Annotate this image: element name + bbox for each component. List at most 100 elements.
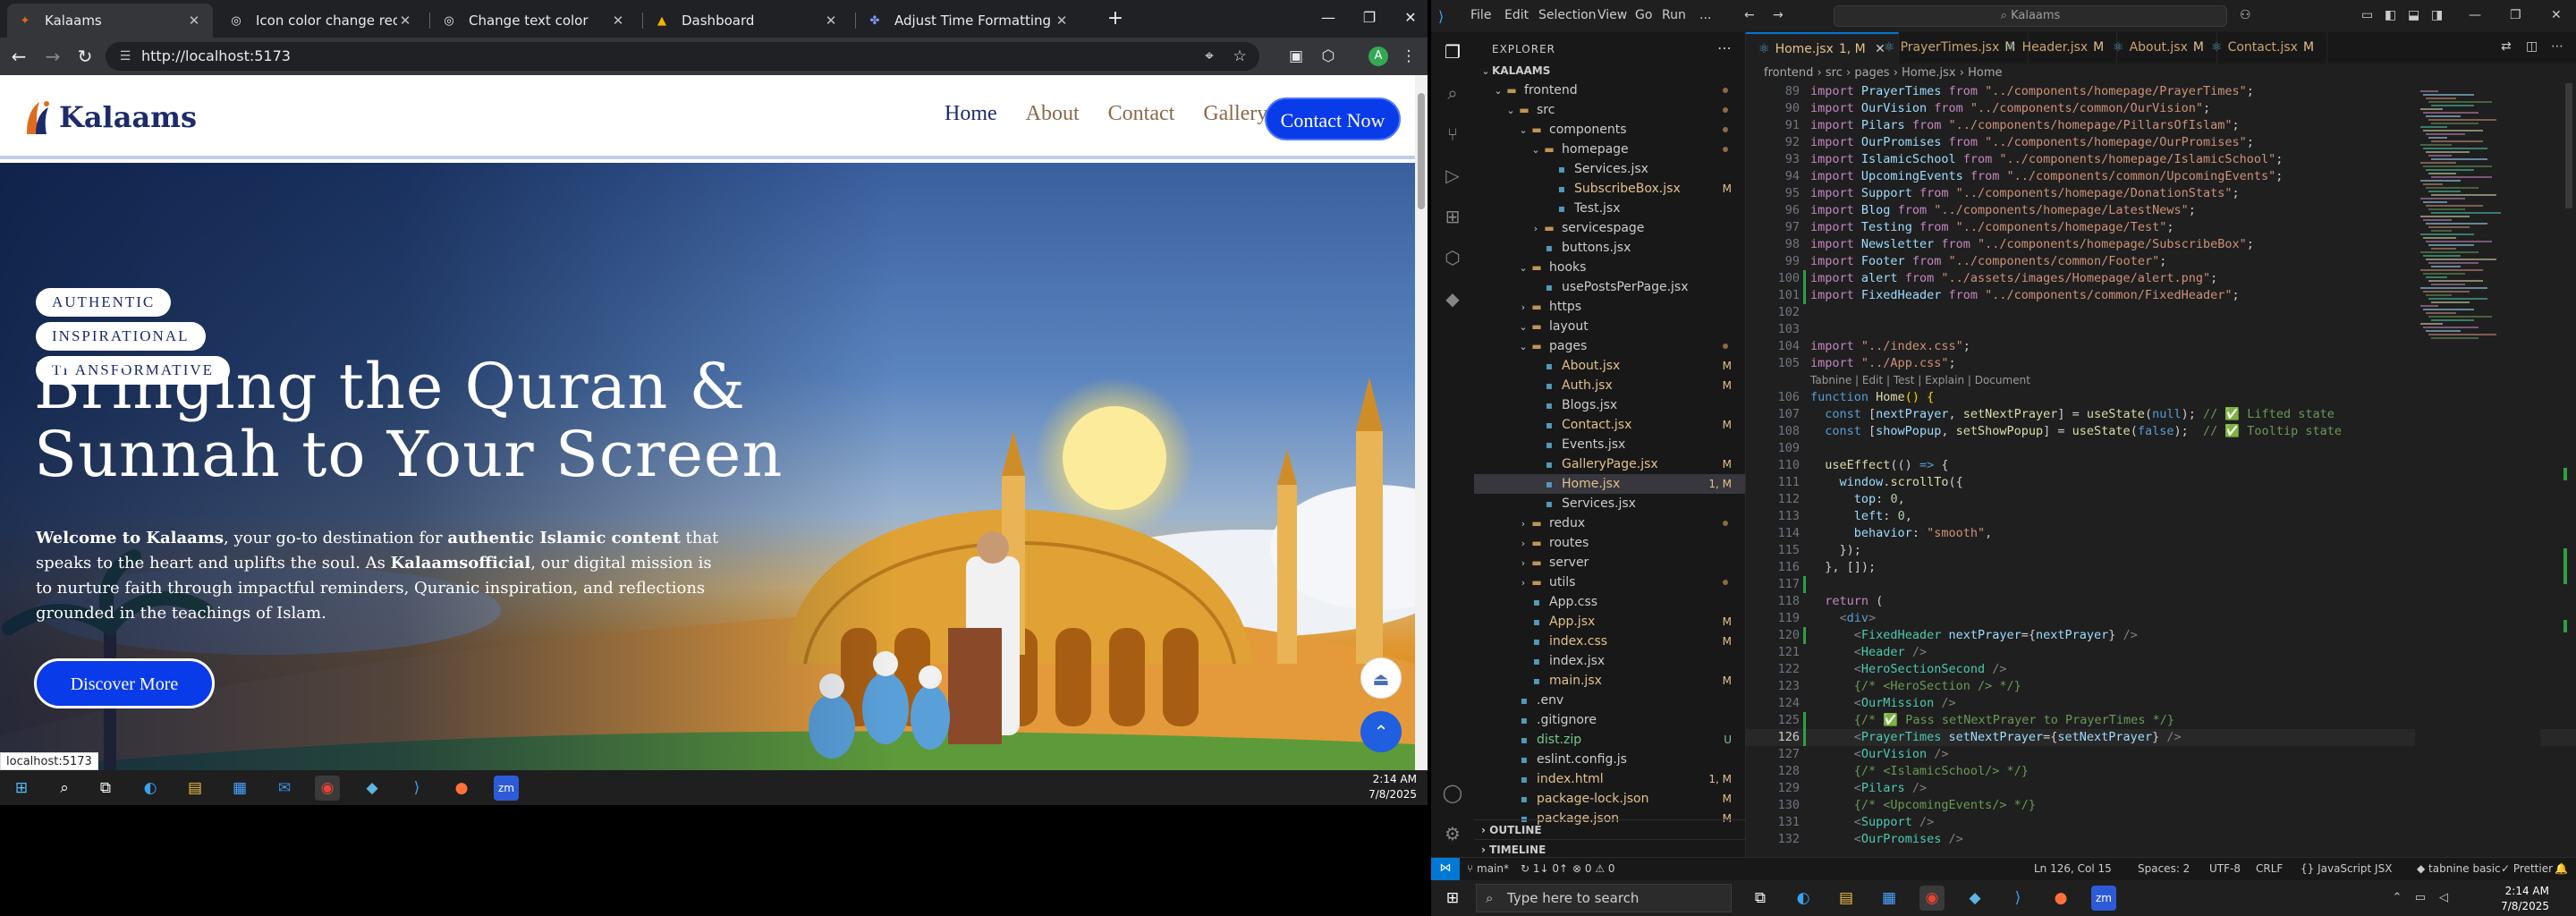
- sync-status[interactable]: ↻ 1↓ 0↑: [1521, 858, 1568, 879]
- extension-icon[interactable]: ▣: [1284, 45, 1308, 68]
- timeline-section[interactable]: › TIMELINE: [1474, 839, 1745, 857]
- copilot-icon[interactable]: ⚇: [2240, 8, 2251, 22]
- close-tab-icon[interactable]: ✕: [610, 13, 626, 29]
- search-icon[interactable]: ⌕: [52, 776, 77, 801]
- notifications-bell-icon[interactable]: 🔔: [2555, 858, 2568, 879]
- task-view-icon[interactable]: ⧉: [1748, 886, 1773, 911]
- file-explorer-icon[interactable]: ▤: [1834, 886, 1859, 911]
- tree-item[interactable]: › ▬ https: [1474, 297, 1745, 317]
- close-tab-icon[interactable]: ✕: [186, 13, 202, 29]
- minimize-button[interactable]: —: [2469, 8, 2481, 22]
- editor-tab[interactable]: ⚛ Header.jsx M: [1993, 32, 2118, 64]
- more-actions-icon[interactable]: ⋯: [1717, 39, 1732, 56]
- edge-icon[interactable]: ◐: [138, 776, 163, 801]
- tree-item[interactable]: › ▬ routes: [1474, 533, 1745, 553]
- address-bar[interactable]: ☰ http://localhost:5173 ⌖ ☆: [106, 42, 1259, 71]
- tree-item[interactable]: ▪ .env: [1474, 691, 1745, 710]
- tree-item[interactable]: › ▬ servicespage: [1474, 218, 1745, 238]
- volume-icon[interactable]: ◁: [2431, 886, 2456, 911]
- breadcrumb[interactable]: frontend › src › pages › Home.jsx › Home: [1746, 64, 2576, 83]
- indentation[interactable]: Spaces: 2: [2138, 858, 2190, 879]
- discover-more-button[interactable]: Discover More: [34, 658, 215, 708]
- tray-chevron-icon[interactable]: ⌃: [2385, 886, 2410, 911]
- tree-item[interactable]: ▪ Auth.jsx M: [1474, 376, 1745, 395]
- tree-item[interactable]: ▪ dist.zip U: [1474, 730, 1745, 750]
- tree-item[interactable]: ▪ index.css M: [1474, 632, 1745, 651]
- close-window-button[interactable]: ✕: [2551, 8, 2562, 22]
- file-explorer-icon[interactable]: ▤: [182, 776, 208, 801]
- site-logo[interactable]: Kalaams: [20, 95, 197, 140]
- nav-contact[interactable]: Contact: [1108, 102, 1175, 126]
- toggle-secondary-icon[interactable]: ◨: [2431, 8, 2443, 22]
- tree-item[interactable]: ▪ Test.jsx: [1474, 199, 1745, 218]
- tree-item[interactable]: ▪ App.jsx M: [1474, 612, 1745, 632]
- minimize-button[interactable]: —: [1308, 0, 1349, 38]
- nav-about[interactable]: About: [1026, 102, 1080, 126]
- tree-item[interactable]: ▪ App.css: [1474, 592, 1745, 612]
- tree-item[interactable]: ⌄ ▬ hooks: [1474, 258, 1745, 277]
- menu-run[interactable]: Run: [1662, 8, 1686, 22]
- vscode-taskbar-icon[interactable]: ⟩: [2005, 886, 2030, 911]
- forward-button[interactable]: →: [39, 43, 66, 70]
- tree-item[interactable]: ⌄ ▬ layout: [1474, 317, 1745, 336]
- menu-selection[interactable]: Selection: [1538, 8, 1597, 22]
- encoding[interactable]: UTF-8: [2209, 858, 2241, 879]
- close-tab-icon[interactable]: ✕: [397, 13, 413, 29]
- taskbar-search[interactable]: ⌕ Type here to search: [1476, 884, 1732, 912]
- tree-item[interactable]: ⌄ ▬ components: [1474, 120, 1745, 140]
- tab-dashboard[interactable]: ▲ Dashboard ✕: [644, 4, 850, 38]
- tree-item[interactable]: ▪ About.jsx M: [1474, 356, 1745, 376]
- close-tab-icon[interactable]: ✕: [1054, 13, 1070, 29]
- profile-avatar[interactable]: A: [1368, 47, 1388, 66]
- extensions-puzzle-icon[interactable]: ⬡: [1317, 45, 1340, 68]
- location-icon[interactable]: ⌖: [1199, 46, 1220, 67]
- store-icon[interactable]: ▦: [227, 776, 252, 801]
- source-control-icon[interactable]: ⑂: [1442, 123, 1463, 145]
- menu-file[interactable]: File: [1470, 8, 1491, 22]
- editor-tab[interactable]: ⚛ Contact.jsx M: [2199, 32, 2328, 64]
- command-center-search[interactable]: ⌕ Kalaams: [1834, 5, 2227, 27]
- tree-item[interactable]: ▪ main.jsx M: [1474, 671, 1745, 691]
- new-tab-button[interactable]: +: [1102, 5, 1129, 32]
- toggle-sidebar-icon[interactable]: ◧: [2385, 8, 2396, 22]
- line-ending[interactable]: CRLF: [2256, 858, 2283, 879]
- tree-item[interactable]: ▪ Blogs.jsx: [1474, 395, 1745, 415]
- tree-item[interactable]: ⌄ ▬ homepage: [1474, 140, 1745, 159]
- maximize-button[interactable]: ❐: [2510, 8, 2521, 22]
- toggle-panel-icon[interactable]: ⬓: [2408, 8, 2419, 22]
- bookmark-star-icon[interactable]: ☆: [1229, 46, 1250, 67]
- tree-item[interactable]: ▪ Services.jsx: [1474, 159, 1745, 179]
- maximize-button[interactable]: ❐: [1349, 0, 1390, 38]
- edge-icon[interactable]: ◐: [1791, 886, 1816, 911]
- tab-adjust-time[interactable]: ✤ Adjust Time Formatting for AM/PM ✕: [857, 4, 1080, 38]
- editor-more-icon[interactable]: ⋯: [2551, 39, 2563, 54]
- firefox-icon[interactable]: ●: [2048, 886, 2073, 911]
- tab-kalaams[interactable]: ✦ Kalaams ✕: [7, 4, 213, 38]
- scrollbar-thumb[interactable]: [2565, 83, 2572, 208]
- extensions-icon[interactable]: ⊞: [1442, 206, 1463, 227]
- layout-icon[interactable]: ▭: [2361, 8, 2373, 22]
- tree-item[interactable]: ▪ Home.jsx 1, M: [1474, 474, 1745, 494]
- explorer-icon[interactable]: ❐: [1442, 41, 1463, 63]
- firefox-icon[interactable]: ●: [449, 776, 474, 801]
- language-mode[interactable]: {} JavaScript JSX: [2301, 858, 2392, 879]
- back-button[interactable]: ←: [5, 43, 32, 70]
- tree-item[interactable]: ▪ .gitignore: [1474, 710, 1745, 730]
- tree-item[interactable]: ▪ buttons.jsx: [1474, 238, 1745, 258]
- tree-item[interactable]: ▪ Events.jsx: [1474, 435, 1745, 454]
- tabnine-icon[interactable]: ◆: [1442, 288, 1463, 310]
- tree-item[interactable]: › ▬ redux: [1474, 513, 1745, 533]
- tree-item[interactable]: ⌄ ▬ frontend: [1474, 81, 1745, 100]
- tab-change-text-color[interactable]: ◎ Change text color ✕: [431, 4, 637, 38]
- tree-item[interactable]: ▪ eslint.config.js: [1474, 750, 1745, 769]
- prettier-status[interactable]: ✓ Prettier: [2501, 858, 2553, 879]
- tree-item[interactable]: ▪ Services.jsx: [1474, 494, 1745, 513]
- settings-gear-icon[interactable]: ⚙: [1442, 823, 1463, 844]
- app-icon[interactable]: ◆: [1962, 886, 1987, 911]
- nav-forward-icon[interactable]: →: [1773, 8, 1784, 22]
- prayer-popup-button[interactable]: ⏏: [1360, 657, 1402, 699]
- compare-icon[interactable]: ⇄: [2501, 39, 2512, 54]
- branch-status[interactable]: ⑂ main*: [1467, 858, 1509, 879]
- minimap[interactable]: [2415, 83, 2540, 857]
- reload-button[interactable]: ↻: [72, 43, 98, 70]
